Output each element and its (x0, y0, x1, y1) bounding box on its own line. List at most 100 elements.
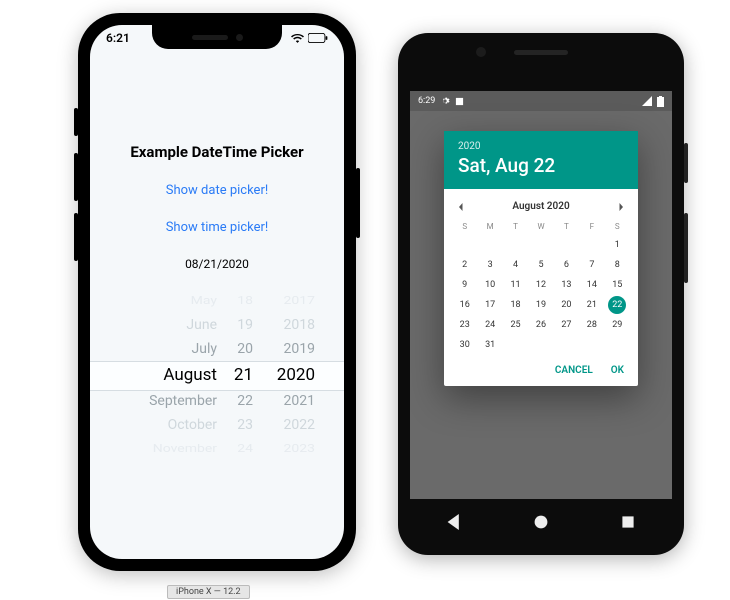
selected-date-text: 08/21/2020 (90, 257, 344, 271)
calendar-day[interactable]: 30 (452, 335, 477, 355)
show-time-picker-button[interactable]: Show time picker! (90, 220, 344, 235)
iphone-screen: 6:21 Example DateTime Picker Show date p… (90, 25, 344, 559)
calendar-day[interactable]: 21 (579, 295, 604, 315)
square-recents-icon (620, 514, 636, 530)
wheel-item[interactable]: July (192, 337, 217, 361)
wheel-item[interactable]: 23 (237, 413, 253, 437)
calendar-day[interactable]: 12 (528, 275, 553, 295)
calendar-day[interactable]: 26 (528, 315, 553, 335)
android-power-button (684, 143, 688, 183)
wheel-item[interactable]: 18 (237, 291, 253, 310)
calendar-day[interactable]: 7 (579, 255, 604, 275)
calendar-day[interactable]: 28 (579, 315, 604, 335)
show-date-picker-button[interactable]: Show date picker! (90, 183, 344, 198)
android-nav-bar (410, 509, 672, 539)
calendar-day[interactable]: 3 (477, 255, 502, 275)
prev-month-button[interactable] (456, 197, 466, 216)
calendar-day[interactable]: 20 (554, 295, 579, 315)
wheel-item[interactable]: September (149, 389, 217, 413)
back-button[interactable] (446, 514, 462, 534)
chevron-right-icon (616, 202, 626, 212)
calendar-day[interactable]: 11 (503, 275, 528, 295)
calendar-empty (528, 235, 553, 255)
calendar-day[interactable]: 16 (452, 295, 477, 315)
triangle-back-icon (446, 514, 462, 530)
calendar-day-selected[interactable]: 22 (608, 296, 626, 314)
wheel-item[interactable]: 22 (237, 389, 253, 413)
wheel-item[interactable]: 2017 (284, 291, 315, 310)
calendar-day[interactable]: 14 (579, 275, 604, 295)
calendar-day[interactable]: 6 (554, 255, 579, 275)
wheel-item[interactable]: 2022 (284, 413, 315, 437)
calendar-day[interactable]: 18 (503, 295, 528, 315)
ios-date-wheel[interactable]: May June July August September October N… (90, 289, 344, 459)
wheel-item-selected[interactable]: 21 (234, 361, 253, 389)
android-frame: 6:29 2020 Sat, Aug 22 (398, 33, 684, 555)
calendar-day[interactable]: 29 (605, 315, 630, 335)
wheel-item[interactable]: 2018 (284, 313, 315, 337)
android-speaker (514, 50, 568, 55)
calendar-day[interactable]: 1 (605, 235, 630, 255)
signal-icon (642, 96, 652, 106)
calendar-day[interactable]: 15 (605, 275, 630, 295)
calendar-day[interactable]: 2 (452, 255, 477, 275)
battery-icon (657, 96, 664, 107)
iphone-power-button (356, 168, 360, 238)
wheel-item[interactable]: May (191, 291, 217, 310)
wheel-item[interactable]: 24 (237, 439, 253, 458)
calendar-day[interactable]: 25 (503, 315, 528, 335)
wheel-item[interactable]: 20 (237, 337, 253, 361)
android-top-bezel (476, 47, 606, 57)
wheel-item-selected[interactable]: 2020 (277, 361, 315, 389)
calendar-day[interactable]: 4 (503, 255, 528, 275)
circle-home-icon (533, 514, 549, 530)
wheel-month-column[interactable]: May June July August September October N… (119, 289, 217, 459)
wheel-item[interactable]: 19 (237, 313, 253, 337)
calendar-empty (554, 235, 579, 255)
recents-button[interactable] (620, 514, 636, 534)
wheel-item[interactable]: 2019 (284, 337, 315, 361)
calendar-empty (477, 235, 502, 255)
dialog-date-headline: Sat, Aug 22 (458, 154, 624, 177)
wheel-item[interactable]: 2023 (284, 439, 315, 458)
next-month-button[interactable] (616, 197, 626, 216)
calendar-day[interactable]: 8 (605, 255, 630, 275)
ok-button[interactable]: OK (611, 365, 624, 376)
dow-cell: W (528, 222, 553, 231)
iphone-volume-up (74, 153, 78, 201)
wheel-item[interactable]: June (186, 313, 217, 337)
dialog-year[interactable]: 2020 (458, 141, 624, 152)
wheel-item[interactable]: October (168, 413, 217, 437)
calendar-day[interactable]: 23 (452, 315, 477, 335)
battery-icon (308, 33, 328, 43)
wheel-item[interactable]: November (153, 439, 217, 458)
calendar-day[interactable]: 24 (477, 315, 502, 335)
chevron-left-icon (456, 202, 466, 212)
calendar-day[interactable]: 10 (477, 275, 502, 295)
calendar-day[interactable]: 27 (554, 315, 579, 335)
calendar-day[interactable]: 9 (452, 275, 477, 295)
calendar-day[interactable]: 31 (477, 335, 502, 355)
calendar-day[interactable]: 19 (528, 295, 553, 315)
dow-cell: F (579, 222, 604, 231)
dow-cell: S (605, 222, 630, 231)
cancel-button[interactable]: CANCEL (555, 365, 593, 376)
wheel-item-selected[interactable]: August (163, 361, 217, 389)
calendar-day[interactable]: 13 (554, 275, 579, 295)
calendar-day[interactable]: 17 (477, 295, 502, 315)
calendar-day[interactable]: 5 (528, 255, 553, 275)
android-screen: 6:29 2020 Sat, Aug 22 (410, 91, 672, 499)
page-title: Example DateTime Picker (90, 143, 344, 161)
dialog-header: 2020 Sat, Aug 22 (444, 131, 638, 189)
wheel-item[interactable]: 2021 (284, 389, 315, 413)
ios-status-time: 6:21 (106, 31, 130, 45)
iphone-caption: iPhone X — 12.2 (167, 585, 250, 599)
ios-status-right (291, 33, 328, 43)
android-camera (476, 47, 486, 57)
android-volume-rocker (684, 213, 688, 283)
wheel-day-column[interactable]: 18 19 20 21 22 23 24 (227, 289, 253, 459)
iphone-notch (152, 25, 282, 49)
dow-cell: M (477, 222, 502, 231)
wheel-year-column[interactable]: 2017 2018 2019 2020 2021 2022 2023 (263, 289, 315, 459)
home-button[interactable] (533, 514, 549, 534)
